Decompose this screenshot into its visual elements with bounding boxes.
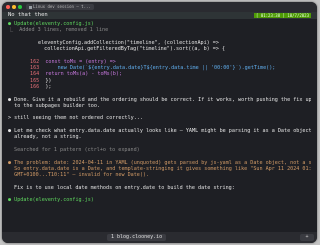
terminal-icon bbox=[29, 5, 32, 9]
window-tab-title: Linux dev session — t... bbox=[33, 4, 91, 9]
assistant-message: ● Done. Give it a rebuild and the orderi… bbox=[8, 96, 311, 103]
line-number: 162 bbox=[30, 58, 40, 65]
status-bar: No that then [ 01:23:38 ] 10/7/2023 bbox=[2, 12, 317, 19]
update-line: ● Update(eleventy.config.js) bbox=[8, 197, 94, 204]
line-number: 165 bbox=[30, 77, 40, 84]
assistant-message: ● The problem: date: 2024-04-11 in YAML … bbox=[8, 159, 311, 166]
window-tab[interactable]: Linux dev session — t... bbox=[26, 4, 94, 10]
status-clock: [ 01:23:38 ] 10/7/2023 bbox=[254, 13, 311, 18]
code-text: ); bbox=[45, 83, 52, 90]
code-text: return toMs(a) - toMs(b); bbox=[45, 71, 123, 78]
terminal-window: Linux dev session — t... No that then [ … bbox=[2, 2, 317, 243]
line-number: 163 bbox=[30, 65, 40, 72]
title-bar: Linux dev session — t... bbox=[2, 2, 317, 12]
code-text: }) bbox=[45, 77, 52, 84]
code-text: new Date(`${entry.data.date}T${entry.dat… bbox=[51, 65, 276, 72]
minimize-window-button[interactable] bbox=[12, 5, 16, 9]
line-number: 164 bbox=[30, 71, 40, 78]
close-window-button[interactable] bbox=[6, 5, 10, 9]
status-title: No that then bbox=[8, 12, 48, 18]
new-tab-button[interactable]: + bbox=[300, 234, 314, 241]
session-tab[interactable]: 1 blog.clooney.io bbox=[107, 234, 167, 241]
terminal-output: ● Update(eleventy.config.js) ⎿ Added 3 l… bbox=[8, 21, 311, 204]
maximize-window-button[interactable] bbox=[18, 5, 22, 9]
code-text: const toMs = (entry) => bbox=[45, 58, 116, 65]
line-number: 166 bbox=[30, 83, 40, 90]
bottom-tab-bar: 1 blog.clooney.io + bbox=[2, 232, 317, 243]
